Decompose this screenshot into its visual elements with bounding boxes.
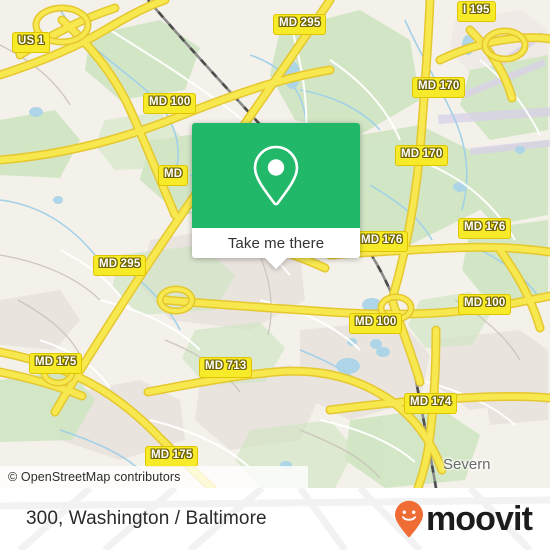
- road-shield-md-170-north: MD 170: [412, 77, 466, 98]
- location-title: 300, Washington / Baltimore: [26, 508, 267, 529]
- callout-tail: [265, 258, 287, 269]
- map-attribution-text: © OpenStreetMap contributors: [8, 470, 181, 484]
- road-shield-md-100-center: MD 100: [349, 313, 403, 334]
- road-shield-md-100-northwest: MD 100: [143, 93, 197, 114]
- moovit-brand[interactable]: moovit: [394, 500, 533, 538]
- moovit-wordmark: moovit: [425, 500, 533, 538]
- road-shield-md-175-west: MD 175: [29, 353, 83, 374]
- place-label-severn: Severn: [443, 456, 491, 473]
- map-pin-icon: [253, 145, 299, 206]
- road-shield-md-295-south: MD 295: [93, 255, 147, 276]
- callout-pin-panel: [192, 123, 360, 228]
- road-shield-md-100-east: MD 100: [458, 294, 512, 315]
- road-shield-md-175-south: MD 175: [145, 446, 199, 467]
- road-shield-i-195: I 195: [457, 1, 496, 22]
- road-shield-md-176-west: MD 176: [355, 231, 409, 252]
- road-shield-md-170-south: MD 170: [395, 145, 449, 166]
- take-me-there-label: Take me there: [227, 234, 325, 252]
- road-shield-md-partial: MD: [158, 165, 189, 186]
- card-footer: 300, Washington / Baltimore moovit: [0, 488, 550, 550]
- road-shield-us-1: US 1: [12, 32, 51, 53]
- road-shield-md-713: MD 713: [199, 357, 253, 378]
- moovit-smiley-pin-icon: [394, 500, 423, 538]
- moovit-location-card: MD 295 I 195 MD 170 MD 100 MD 170 MD MD 176 MD …: [0, 0, 550, 550]
- callout-action-bar[interactable]: Take me there: [192, 228, 360, 269]
- location-callout[interactable]: Take me there: [192, 123, 360, 269]
- map-attribution: © OpenStreetMap contributors: [0, 466, 308, 488]
- road-shield-md-174: MD 174: [404, 393, 458, 414]
- road-shield-md-176-east: MD 176: [458, 218, 512, 239]
- road-shield-md-295-north: MD 295: [273, 14, 327, 35]
- map-canvas[interactable]: MD 295 I 195 MD 170 MD 100 MD 170 MD MD 176 MD …: [0, 0, 550, 488]
